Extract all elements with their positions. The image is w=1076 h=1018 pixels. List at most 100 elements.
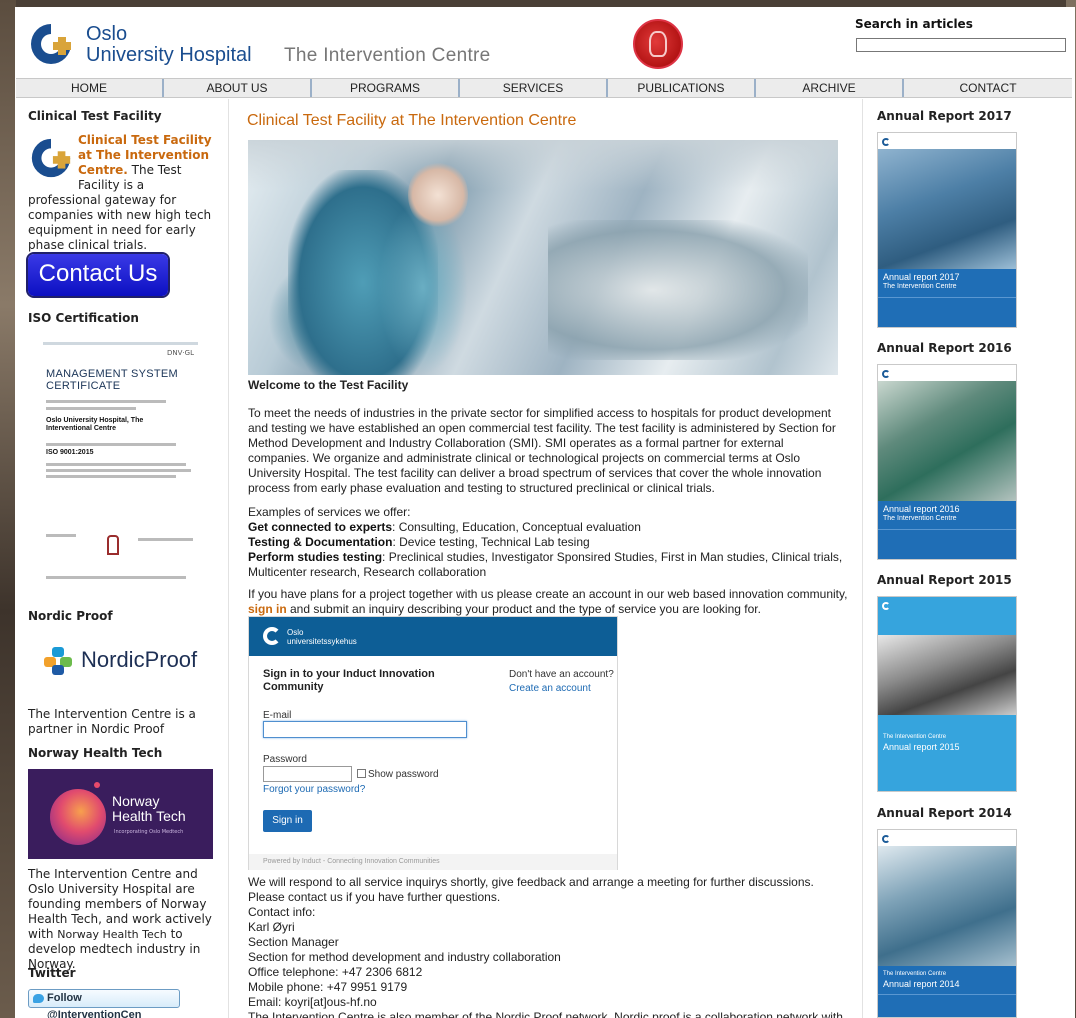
ctf-heading: Clinical Test Facility <box>28 109 162 123</box>
create-account-link[interactable]: Create an account <box>509 683 591 694</box>
annual-report-2014-cover[interactable]: The Intervention Centre Annual report 201… <box>877 829 1017 1018</box>
annual-report-2016-cover[interactable]: Annual report 2016 The Intervention Centr… <box>877 364 1017 560</box>
contact-line: Section for method development and indus… <box>248 950 561 964</box>
nav-publications[interactable]: PUBLICATIONS <box>608 79 756 97</box>
services-intro: Examples of services we offer: <box>248 505 411 519</box>
cert-line <box>138 538 193 541</box>
nht-dot-icon <box>94 782 100 788</box>
background-photo-left <box>0 0 16 1018</box>
contact-info: Contact info: Karl Øyri Section Manager … <box>248 905 848 1018</box>
sign-in-link[interactable]: sign in <box>248 602 287 616</box>
contact-line: Mobile phone: +47 9951 9179 <box>248 980 408 994</box>
cert-line <box>46 534 76 537</box>
ous-logo-icon <box>882 370 912 378</box>
cover-photo <box>878 635 1016 715</box>
annual-report-2017-cover[interactable]: Annual report 2017 The Intervention Centr… <box>877 132 1017 328</box>
cert-standard: ISO 9001:2015 <box>46 449 94 456</box>
search-label: Search in articles <box>855 17 973 31</box>
service-item: Get connected to experts: Consulting, Ed… <box>248 520 641 534</box>
nht-circle-icon <box>50 789 106 845</box>
cover-footer <box>878 994 1016 1017</box>
university-seal-icon <box>633 19 683 69</box>
norway-health-tech-logo[interactable]: Norway Health Tech Incorporating Oslo Med… <box>28 769 213 859</box>
ous-logo-icon <box>882 138 912 146</box>
cover-photo <box>878 846 1016 966</box>
annual-report-2015-cover[interactable]: The Intervention Centre Annual report 201… <box>877 596 1017 792</box>
contact-line: Karl Øyri <box>248 920 295 934</box>
ous-logo-icon[interactable] <box>27 20 75 68</box>
password-field[interactable] <box>263 766 352 782</box>
left-sidebar: Clinical Test Facility Clinical Test Fac… <box>28 109 218 1018</box>
cover-footer <box>878 529 1016 559</box>
norway-health-tech-heading: Norway Health Tech <box>28 746 163 760</box>
contact-us-button[interactable]: Contact Us <box>28 254 168 296</box>
twitter-heading: Twitter <box>28 966 76 980</box>
cover-photo <box>878 149 1016 269</box>
nav-programs[interactable]: PROGRAMS <box>312 79 460 97</box>
ous-logo-icon <box>31 138 71 178</box>
nordic-proof-logo-text: NordicProof <box>81 647 198 672</box>
nht-logo-text: Norway Health Tech <box>112 793 186 824</box>
annual-report-heading: Annual Report 2016 <box>877 341 1012 355</box>
search-input[interactable] <box>856 38 1066 52</box>
checkbox-icon[interactable] <box>357 769 366 778</box>
respond-paragraph: We will respond to all service inquirys … <box>248 875 814 904</box>
cover-band: The Intervention Centre Annual report 201… <box>878 966 1016 994</box>
nht-logo-sub: Incorporating Oslo Medtech <box>114 829 184 835</box>
cert-line <box>46 443 176 446</box>
nav-about-us[interactable]: ABOUT US <box>164 79 312 97</box>
page: Oslo University Hospital The Interventio… <box>15 7 1075 1018</box>
ctf-block: Clinical Test Facility at The Interventi… <box>28 133 218 253</box>
column-divider <box>228 99 229 1018</box>
cert-line <box>46 407 136 410</box>
annual-report-heading: Annual Report 2014 <box>877 806 1012 820</box>
sign-in-button[interactable]: Sign in <box>263 810 312 832</box>
logo-line2[interactable]: University Hospital <box>86 44 252 66</box>
main-nav: HOME ABOUT US PROGRAMS SERVICES PUBLICAT… <box>16 78 1072 98</box>
nav-archive[interactable]: ARCHIVE <box>756 79 904 97</box>
nordic-proof-text: The Intervention Centre is a partner in … <box>28 707 196 736</box>
cert-org: Oslo University Hospital, The Interventi… <box>46 417 144 432</box>
norway-health-tech-text: The Intervention Centre and Oslo Univers… <box>28 867 212 971</box>
cover-band: Annual report 2016 The Intervention Centr… <box>878 501 1016 529</box>
twitter-bird-icon <box>33 994 44 1003</box>
nordic-proof-icon <box>44 647 72 675</box>
contact-line: Section Manager <box>248 935 339 949</box>
twitter-follow-button[interactable]: Follow @InterventionCen <box>28 989 180 1018</box>
nav-home[interactable]: HOME <box>16 79 164 97</box>
ous-logo-icon <box>263 627 281 645</box>
service-item: Testing & Documentation: Device testing,… <box>248 535 590 549</box>
show-password-checkbox[interactable]: Show password <box>357 769 439 780</box>
page-title: Clinical Test Facility at The Interventi… <box>247 112 577 129</box>
cert-title: MANAGEMENT SYSTEM CERTIFICATE <box>46 368 179 392</box>
ous-logo-icon <box>882 602 912 610</box>
annual-report-heading: Annual Report 2017 <box>877 109 1012 123</box>
cert-line <box>46 463 186 466</box>
site-subtitle: The Intervention Centre <box>284 45 491 66</box>
column-divider <box>862 99 863 1018</box>
email-field[interactable] <box>263 721 467 738</box>
nav-services[interactable]: SERVICES <box>460 79 608 97</box>
cover-band: The Intervention Centre Annual report 201… <box>883 734 960 752</box>
cert-stamp-icon <box>107 535 119 555</box>
cert-line <box>46 469 191 472</box>
iso-certificate-image[interactable]: DNV·GL MANAGEMENT SYSTEM CERTIFICATE Osl… <box>43 342 198 584</box>
email-label: E-mail <box>263 710 292 721</box>
contact-line: Email: koyri[at]ous-hf.no <box>248 995 377 1009</box>
signin-brand: Oslo universitetssykehus <box>287 628 357 646</box>
nht-link[interactable]: Norway Health Tech <box>57 928 166 941</box>
cert-line <box>46 475 176 478</box>
cert-line <box>46 400 166 403</box>
welcome-heading: Welcome to the Test Facility <box>248 378 409 392</box>
logo-line1[interactable]: Oslo <box>86 24 127 44</box>
cover-footer <box>878 297 1016 327</box>
cover-band: Annual report 2017 The Intervention Centr… <box>878 269 1016 297</box>
password-label: Password <box>263 754 307 765</box>
nav-contact[interactable]: CONTACT <box>904 79 1072 97</box>
contact-line: Office telephone: +47 2306 6812 <box>248 965 423 979</box>
forgot-password-link[interactable]: Forgot your password? <box>263 784 365 795</box>
header: Oslo University Hospital The Interventio… <box>15 7 1075 76</box>
signin-panel: Oslo universitetssykehus Sign in to your … <box>248 616 618 870</box>
signin-title: Sign in to your Induct Innovation Commun… <box>263 668 435 693</box>
service-item: Perform studies testing: Preclinical stu… <box>248 550 843 579</box>
